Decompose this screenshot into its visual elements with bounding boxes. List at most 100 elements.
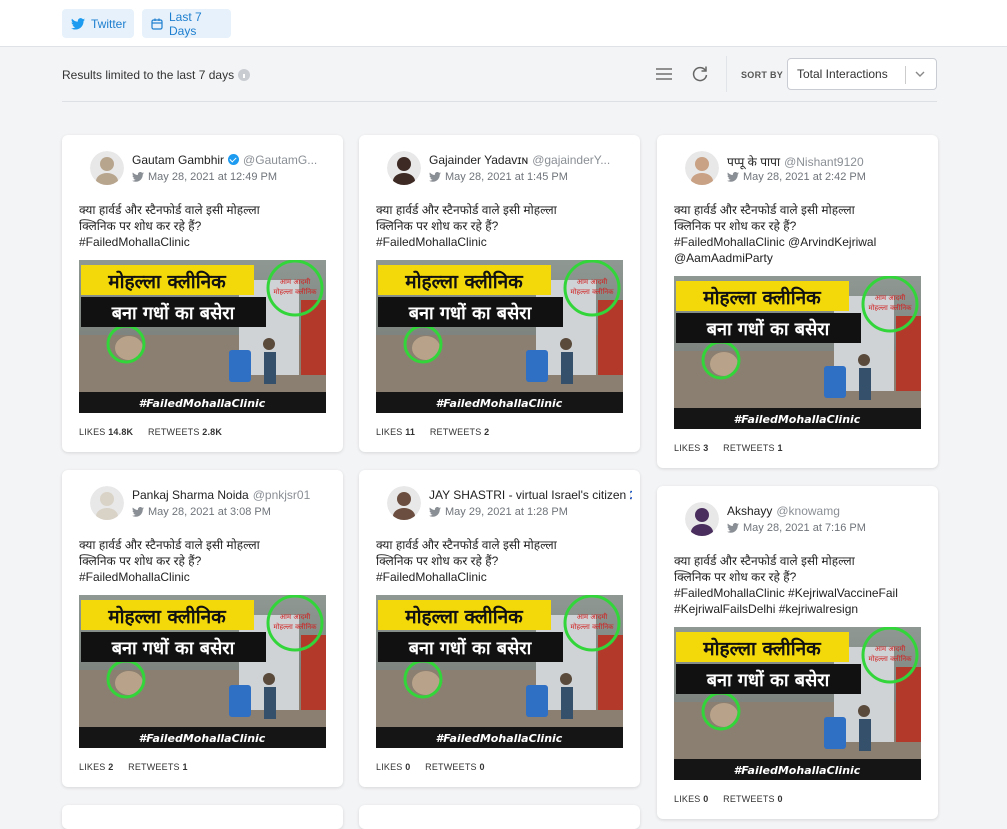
chevron-down-icon: [914, 68, 926, 83]
svg-text:बना गधों का बसेरा: बना गधों का बसेरा: [408, 637, 533, 659]
tweet-date-line: May 29, 2021 at 1:28 PM: [429, 506, 568, 518]
avatar[interactable]: [387, 151, 421, 185]
tweet-text: क्या हार्वर्ड और स्टैनफोर्ड वाले इसी मोह…: [79, 537, 331, 585]
svg-text:मोहल्ला क्लीनिक: मोहल्ला क्लीनिक: [868, 303, 912, 312]
twitter-icon: [429, 507, 441, 517]
likes-label: LIKES: [79, 762, 109, 772]
tweet-card[interactable]: पप्पू के पापा @Nishant9120 May 28, 2021 a…: [657, 135, 938, 468]
tweet-date[interactable]: May 28, 2021 at 12:49 PM: [148, 171, 277, 183]
list-view-icon[interactable]: [655, 66, 673, 82]
tweet-header: Gajainder Yadavɪɴ @gajainderY... May 28, …: [387, 151, 632, 187]
avatar[interactable]: [685, 151, 719, 185]
author-name[interactable]: Akshayy: [727, 504, 772, 518]
tweet-date[interactable]: May 28, 2021 at 2:42 PM: [743, 171, 866, 183]
author-line: Pankaj Sharma Noida @pnkjsr01: [132, 488, 335, 502]
tweet-card[interactable]: JAY SHASTRI - virtual Israel's citizen 🇮…: [359, 470, 640, 787]
author-name[interactable]: Gajainder Yadavɪɴ: [429, 153, 528, 167]
tweet-text-line: क्या हार्वर्ड और स्टैनफोर्ड वाले इसी मोह…: [674, 203, 855, 217]
author-name[interactable]: Gautam Gambhir: [132, 153, 224, 167]
svg-text:#FailedMohallaClinic: #FailedMohallaClinic: [139, 732, 266, 745]
tweet-text-line: क्लिनिक पर शोध कर रहे हैं?: [79, 554, 202, 568]
tweet-stats: LIKES 0 RETWEETS 0: [674, 794, 787, 804]
media-illustration: आम आदमी मोहल्ला क्लीनिक मोहल्ला क्लीनिक …: [376, 260, 623, 413]
verified-badge-icon: [228, 154, 240, 165]
tweet-media-image[interactable]: आम आदमी मोहल्ला क्लीनिक मोहल्ला क्लीनिक …: [674, 627, 921, 780]
avatar[interactable]: [90, 486, 124, 520]
svg-text:आम आदमी: आम आदमी: [875, 293, 906, 302]
tweet-card-partial[interactable]: [359, 805, 640, 829]
likes-label: LIKES: [376, 427, 406, 437]
tweet-stats: LIKES 3 RETWEETS 1: [674, 443, 787, 453]
retweets-label: RETWEETS: [723, 443, 778, 453]
retweets-count: 2.8K: [202, 427, 223, 437]
twitter-icon: [132, 507, 144, 517]
tweet-card[interactable]: Gautam Gambhir @GautamG... May 28, 2021 a…: [62, 135, 343, 452]
author-handle[interactable]: @GautamG...: [243, 153, 317, 167]
likes-label: LIKES: [674, 794, 704, 804]
svg-text:मोहल्ला क्लीनिक: मोहल्ला क्लीनिक: [570, 622, 614, 631]
author-name[interactable]: JAY SHASTRI - virtual Israel's citizen 🇮…: [429, 488, 632, 502]
svg-text:मोहल्ला क्लीनिक: मोहल्ला क्लीनिक: [868, 654, 912, 663]
media-illustration: आम आदमी मोहल्ला क्लीनिक मोहल्ला क्लीनिक …: [79, 260, 326, 413]
sort-by-label: SORT BY: [741, 70, 784, 80]
tweet-header: Akshayy @knowamg May 28, 2021 at 7:16 PM: [685, 502, 930, 538]
sort-select[interactable]: Total Interactions: [787, 58, 937, 90]
author-handle[interactable]: @pnkjsr01: [253, 488, 311, 502]
retweets-label: RETWEETS: [128, 762, 183, 772]
sort-select-value: Total Interactions: [797, 67, 888, 81]
tweet-card[interactable]: Gajainder Yadavɪɴ @gajainderY... May 28, …: [359, 135, 640, 452]
tweet-card[interactable]: Pankaj Sharma Noida @pnkjsr01 May 28, 202…: [62, 470, 343, 787]
retweets-count: 1: [182, 762, 188, 772]
author-name[interactable]: पप्पू के पापा: [727, 155, 780, 169]
retweets-label: RETWEETS: [429, 427, 485, 437]
tweet-card-partial[interactable]: [62, 805, 343, 829]
tweet-date-line: May 28, 2021 at 1:45 PM: [429, 171, 568, 183]
svg-text:मोहल्ला क्लीनिक: मोहल्ला क्लीनिक: [107, 270, 227, 293]
avatar[interactable]: [387, 486, 421, 520]
refresh-icon[interactable]: [690, 64, 710, 84]
twitter-filter-chip[interactable]: Twitter: [62, 9, 134, 38]
tweet-stats: LIKES 2 RETWEETS 1: [79, 762, 192, 772]
avatar[interactable]: [90, 151, 124, 185]
tweet-text-line: क्लिनिक पर शोध कर रहे हैं?: [674, 570, 797, 584]
svg-text:बना गधों का बसेरा: बना गधों का बसेरा: [706, 669, 831, 691]
tweet-date[interactable]: May 29, 2021 at 1:28 PM: [445, 506, 568, 518]
tweet-media-image[interactable]: आम आदमी मोहल्ला क्लीनिक मोहल्ला क्लीनिक …: [674, 276, 921, 429]
author-handle[interactable]: @gajainderY...: [532, 153, 610, 167]
svg-text:आम आदमी: आम आदमी: [577, 612, 608, 621]
tweet-media-image[interactable]: आम आदमी मोहल्ला क्लीनिक मोहल्ला क्लीनिक …: [376, 260, 623, 413]
author-name[interactable]: Pankaj Sharma Noida: [132, 488, 249, 502]
svg-text:मोहल्ला क्लीनिक: मोहल्ला क्लीनिक: [702, 637, 822, 660]
tweet-header: Pankaj Sharma Noida @pnkjsr01 May 28, 202…: [90, 486, 335, 522]
media-illustration: आम आदमी मोहल्ला क्लीनिक मोहल्ला क्लीनिक …: [376, 595, 623, 748]
results-limit-text: Results limited to the last 7 days: [62, 68, 235, 82]
tweet-date-line: May 28, 2021 at 2:42 PM: [727, 171, 866, 183]
likes-count: 3: [703, 443, 709, 453]
info-icon[interactable]: [238, 69, 251, 81]
tweet-media-image[interactable]: आम आदमी मोहल्ला क्लीनिक मोहल्ला क्लीनिक …: [376, 595, 623, 748]
tweet-date-line: May 28, 2021 at 3:08 PM: [132, 506, 271, 518]
retweets-count: 1: [777, 443, 783, 453]
twitter-icon: [727, 523, 739, 533]
tweet-media-image[interactable]: आम आदमी मोहल्ला क्लीनिक मोहल्ला क्लीनिक …: [79, 260, 326, 413]
twitter-filter-label: Twitter: [91, 16, 127, 31]
tweet-text-line: क्लिनिक पर शोध कर रहे हैं?: [674, 219, 797, 233]
tweet-text-line: #FailedMohallaClinic #KejriwalVaccineFai…: [674, 586, 898, 600]
svg-text:आम आदमी: आम आदमी: [280, 612, 311, 621]
svg-text:मोहल्ला क्लीनिक: मोहल्ला क्लीनिक: [702, 286, 822, 309]
svg-text:#FailedMohallaClinic: #FailedMohallaClinic: [734, 413, 861, 426]
tweet-date[interactable]: May 28, 2021 at 7:16 PM: [743, 522, 866, 534]
avatar[interactable]: [685, 502, 719, 536]
tweet-text-line: क्या हार्वर्ड और स्टैनफोर्ड वाले इसी मोह…: [376, 538, 557, 552]
tweet-text-line: क्या हार्वर्ड और स्टैनफोर्ड वाले इसी मोह…: [79, 203, 260, 217]
tweet-media-image[interactable]: आम आदमी मोहल्ला क्लीनिक मोहल्ला क्लीनिक …: [79, 595, 326, 748]
tweet-card[interactable]: Akshayy @knowamg May 28, 2021 at 7:16 PM …: [657, 486, 938, 819]
tweet-text-line: क्लिनिक पर शोध कर रहे हैं?: [79, 219, 202, 233]
svg-text:मोहल्ला क्लीनिक: मोहल्ला क्लीनिक: [107, 605, 227, 628]
author-handle[interactable]: @knowamg: [776, 504, 840, 518]
tweet-text: क्या हार्वर्ड और स्टैनफोर्ड वाले इसी मोह…: [674, 202, 926, 266]
tweet-date[interactable]: May 28, 2021 at 1:45 PM: [445, 171, 568, 183]
date-range-chip[interactable]: Last 7 Days: [142, 9, 231, 38]
tweet-date[interactable]: May 28, 2021 at 3:08 PM: [148, 506, 271, 518]
author-handle[interactable]: @Nishant9120: [784, 155, 864, 169]
